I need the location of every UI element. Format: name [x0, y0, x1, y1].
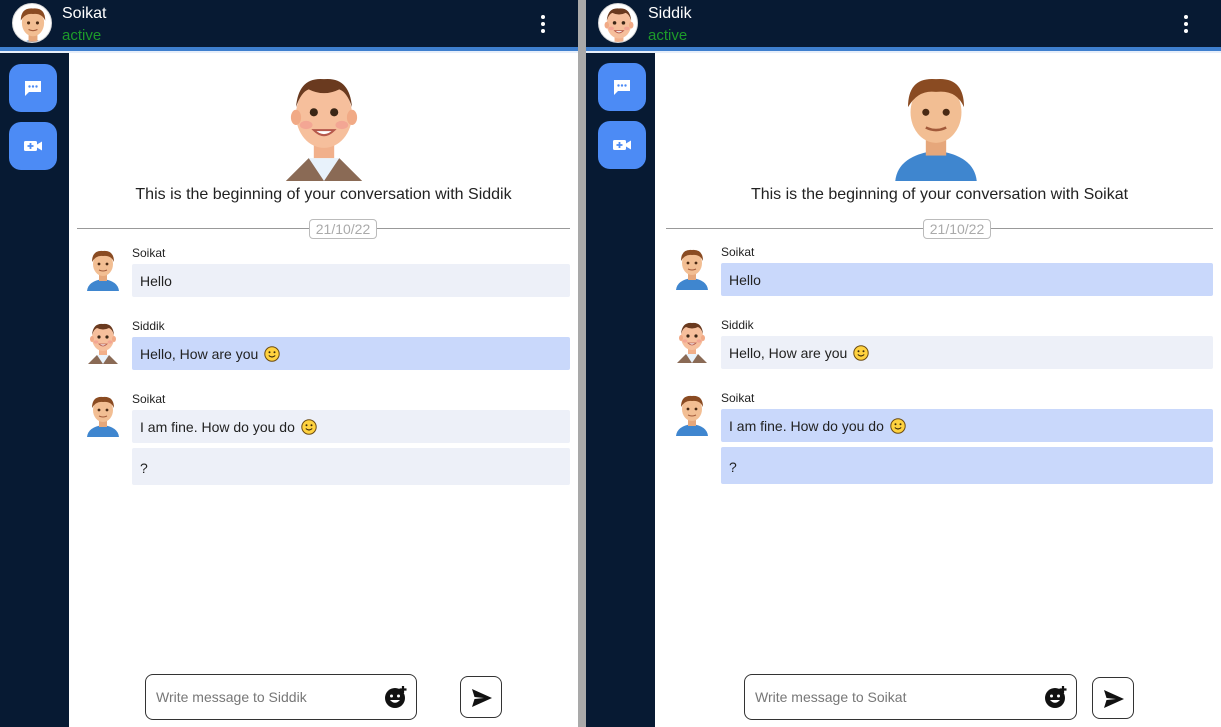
message-input[interactable] — [156, 687, 386, 707]
contact-avatar-large — [276, 69, 372, 181]
chat-window-soikat: Soikat active This is the beginning of y… — [0, 0, 578, 727]
more-vertical-icon[interactable] — [538, 14, 548, 34]
video-call-icon — [612, 135, 632, 155]
smile-emoji-icon — [264, 346, 280, 362]
sender-avatar — [674, 246, 710, 290]
sender-name: Soikat — [721, 391, 755, 405]
message-composer — [145, 674, 417, 720]
video-call-button[interactable] — [598, 121, 646, 169]
chat-window-siddik: Siddik active This is the beginning of y… — [586, 0, 1221, 727]
status-text: active — [648, 27, 688, 44]
message-bubble: I am fine. How do you do — [132, 410, 570, 443]
message-text: Hello — [729, 272, 761, 288]
chat-button[interactable] — [9, 64, 57, 112]
conversation-intro: This is the beginning of your conversati… — [135, 186, 512, 203]
message-input[interactable] — [755, 687, 1035, 707]
sender-avatar — [674, 319, 710, 363]
message-bubble: Hello, How are you — [132, 337, 570, 370]
add-emoji-icon[interactable] — [1044, 685, 1068, 709]
sender-name: Siddik — [721, 318, 754, 332]
message-bubble: ? — [721, 447, 1213, 484]
more-vertical-icon[interactable] — [1181, 14, 1191, 34]
message-text: I am fine. How do you do — [729, 418, 884, 434]
chat-header: Siddik active — [586, 0, 1221, 48]
sidebar — [0, 53, 69, 727]
smile-emoji-icon — [890, 418, 906, 434]
message-bubble: ? — [132, 448, 570, 485]
message-text: Hello — [140, 273, 172, 289]
sender-name: Soikat — [132, 246, 166, 260]
conversation-area: This is the beginning of your conversati… — [69, 53, 578, 727]
message-text: Hello, How are you — [729, 345, 848, 361]
contact-avatar-large — [888, 69, 984, 181]
status-text: active — [62, 27, 102, 44]
sender-avatar — [674, 392, 710, 436]
sender-name: Soikat — [132, 392, 166, 406]
user-name: Siddik — [648, 5, 692, 22]
chat-bubble-icon — [612, 77, 632, 97]
user-avatar — [598, 3, 638, 43]
sender-name: Siddik — [132, 319, 165, 333]
smile-emoji-icon — [301, 419, 317, 435]
user-name: Soikat — [62, 5, 107, 22]
date-badge: 21/10/22 — [309, 219, 377, 239]
sidebar — [586, 53, 655, 727]
add-emoji-icon[interactable] — [384, 685, 408, 709]
chat-button[interactable] — [598, 63, 646, 111]
send-button[interactable] — [460, 676, 502, 718]
chat-bubble-icon — [23, 78, 43, 98]
message-text: Hello, How are you — [140, 346, 259, 362]
chat-header: Soikat active — [0, 0, 578, 48]
date-badge: 21/10/22 — [923, 219, 991, 239]
sender-avatar — [85, 247, 121, 291]
message-bubble: Hello — [721, 263, 1213, 296]
sender-avatar — [85, 393, 121, 437]
message-composer — [744, 674, 1077, 720]
conversation-area: This is the beginning of your conversati… — [658, 53, 1221, 727]
send-icon — [471, 688, 493, 708]
message-bubble: Hello, How are you — [721, 336, 1213, 369]
conversation-intro: This is the beginning of your conversati… — [750, 186, 1129, 203]
sender-avatar — [85, 320, 121, 364]
message-bubble: Hello — [132, 264, 570, 297]
user-avatar — [12, 3, 52, 43]
video-call-button[interactable] — [9, 122, 57, 170]
send-icon — [1103, 689, 1125, 709]
smile-emoji-icon — [853, 345, 869, 361]
message-bubble: I am fine. How do you do — [721, 409, 1213, 442]
video-call-icon — [23, 136, 43, 156]
message-text: ? — [140, 460, 148, 476]
message-text: I am fine. How do you do — [140, 419, 295, 435]
message-text: ? — [729, 459, 737, 475]
sender-name: Soikat — [721, 245, 755, 259]
send-button[interactable] — [1092, 677, 1134, 719]
